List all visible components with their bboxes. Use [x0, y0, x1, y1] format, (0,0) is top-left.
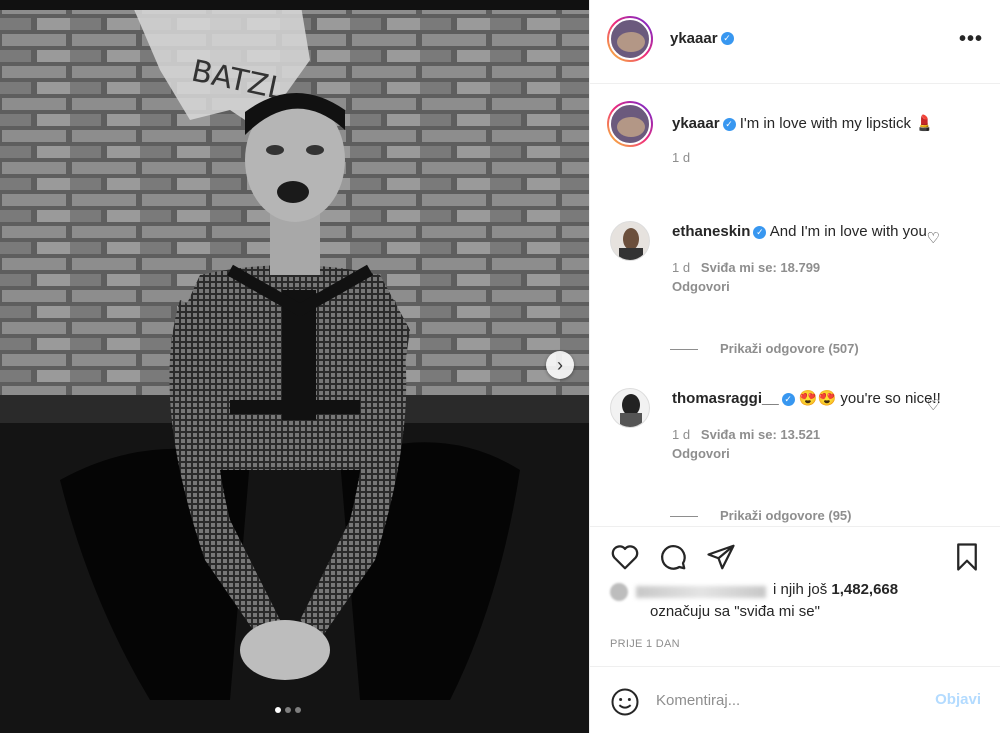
caption: ykaaar ✓ I'm in love with my lipstick 💄 1…	[607, 101, 970, 191]
lipstick-emoji: 💄	[915, 115, 934, 132]
comment-username[interactable]: ethaneskin	[672, 223, 750, 240]
comment-bubble-icon[interactable]	[658, 542, 688, 572]
post-header: ykaaar ✓ •••	[590, 0, 1000, 84]
photo-illustration: BATZL	[0, 0, 589, 733]
verified-badge-icon: ✓	[781, 392, 795, 406]
liker-name-blurred	[636, 586, 766, 598]
carousel-dot	[295, 707, 301, 713]
caption-username[interactable]: ykaaar	[672, 115, 720, 132]
comment-username[interactable]: thomasraggi__	[672, 390, 779, 407]
heart-icon[interactable]: ♡	[927, 229, 940, 247]
post-timestamp[interactable]: PRIJE 1 DAN	[610, 638, 680, 650]
like-heart-icon[interactable]	[610, 542, 640, 572]
comment-input[interactable]	[656, 687, 916, 713]
comments-list[interactable]: ykaaar ✓ I'm in love with my lipstick 💄 1…	[590, 85, 1000, 526]
comment-item: thomasraggi__ ✓ 😍😍 you're so nice!! 1 d S…	[610, 388, 970, 518]
comment-item: ethaneskin ✓ And I'm in love with you 1 d…	[610, 221, 970, 351]
add-comment-bar: Objavi	[590, 666, 1000, 733]
post-comment-button[interactable]: Objavi	[935, 691, 981, 708]
comment-time: 1 d	[672, 260, 691, 275]
liker-avatar	[610, 583, 628, 601]
chevron-right-icon[interactable]: ›	[546, 351, 574, 379]
likes-prefix: i njih još	[773, 581, 828, 598]
carousel-dot	[285, 707, 291, 713]
more-options-icon[interactable]: •••	[959, 28, 983, 51]
comment-likes[interactable]: Sviđa mi se: 13.521	[701, 427, 820, 442]
comment-avatar[interactable]	[610, 388, 650, 428]
likes-suffix: označuju sa "sviđa mi se"	[650, 603, 820, 620]
reply-button[interactable]: Odgovori	[672, 443, 962, 465]
comment-time: 1 d	[672, 427, 691, 442]
share-paper-plane-icon[interactable]	[706, 542, 736, 572]
post-sidebar: ykaaar ✓ ••• ykaaar ✓ I'm in love with my …	[589, 0, 1000, 733]
reply-button[interactable]: Odgovori	[672, 276, 962, 298]
verified-badge-icon: ✓	[722, 117, 736, 131]
caption-time: 1 d	[672, 150, 691, 165]
verified-badge-icon: ✓	[753, 225, 767, 239]
caption-avatar[interactable]	[607, 101, 653, 147]
likes-count[interactable]: 1,482,668	[831, 581, 898, 598]
carousel-dot	[275, 707, 281, 713]
post-actions: i njih još 1,482,668 označuju sa "sviđa …	[590, 526, 1000, 733]
verified-badge-icon: ✓	[720, 32, 734, 46]
view-replies-button[interactable]: Prikaži odgovore (95)	[670, 508, 851, 523]
caption-text: I'm in love with my lipstick	[739, 115, 911, 132]
bookmark-icon[interactable]	[952, 542, 982, 572]
post-photo[interactable]: BATZL ›	[0, 0, 589, 733]
comment-likes[interactable]: Sviđa mi se: 18.799	[701, 260, 820, 275]
author-username[interactable]: ykaaar	[670, 30, 718, 47]
emoji-smiley-icon[interactable]	[610, 687, 640, 717]
carousel-dots	[275, 707, 301, 713]
comment-text: 😍😍 you're so nice!!	[798, 390, 941, 407]
heart-icon[interactable]: ♡	[927, 396, 940, 414]
view-replies-button[interactable]: Prikaži odgovore (507)	[670, 341, 859, 356]
comment-avatar[interactable]	[610, 221, 650, 261]
comment-text: And I'm in love with you	[769, 223, 927, 240]
author-avatar[interactable]	[607, 16, 653, 62]
